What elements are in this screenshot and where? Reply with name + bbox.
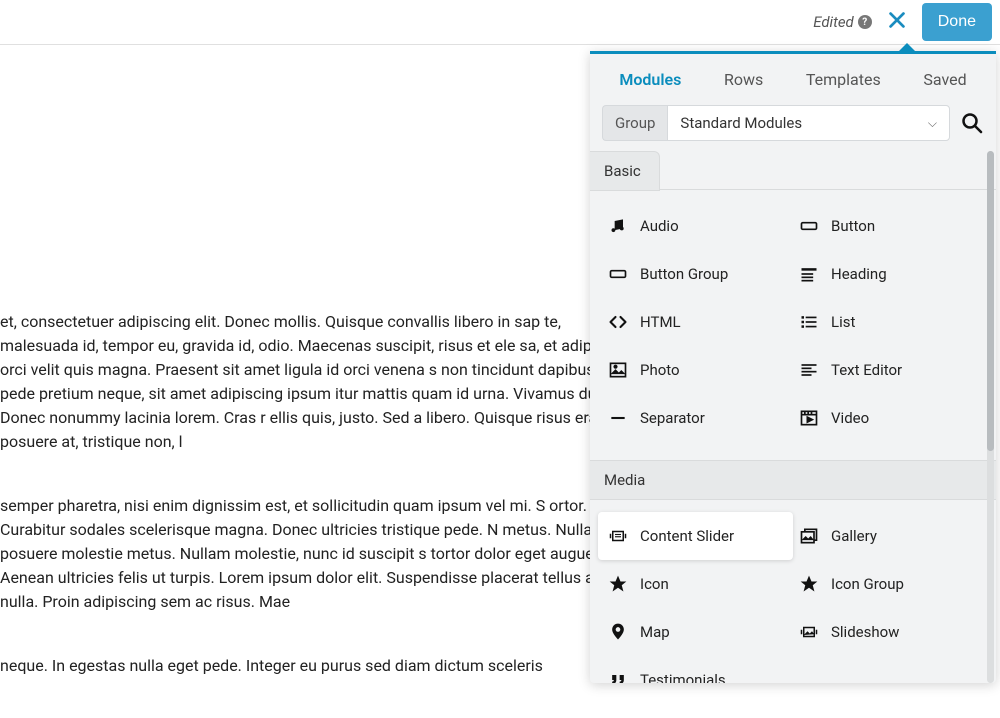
module-label: Content Slider — [640, 527, 734, 545]
slideshow-icon — [799, 622, 819, 642]
button-group-icon — [608, 264, 628, 284]
module-map[interactable]: Map — [598, 608, 793, 656]
list-icon — [799, 312, 819, 332]
module-label: Video — [831, 409, 869, 427]
paragraph: semper pharetra, nisi enim dignissim est… — [0, 494, 640, 614]
module-label: HTML — [640, 313, 681, 331]
module-label: Icon — [640, 575, 669, 593]
content-panel: Modules Rows Templates Saved Group Stand… — [590, 51, 996, 683]
section-header-basic: Basic — [590, 151, 660, 191]
module-button-group[interactable]: Button Group — [598, 250, 793, 298]
module-gallery[interactable]: Gallery — [793, 512, 988, 560]
module-label: Separator — [640, 409, 705, 427]
done-button[interactable]: Done — [922, 3, 992, 41]
module-label: Photo — [640, 361, 680, 379]
section-header-media: Media — [590, 460, 996, 500]
paragraph: neque. In egestas nulla eget pede. Integ… — [0, 654, 640, 678]
content-slider-icon — [608, 526, 628, 546]
heading-icon — [799, 264, 819, 284]
module-audio[interactable]: Audio — [598, 202, 793, 250]
star-icon — [608, 574, 628, 594]
chevron-down-icon: ⌵ — [928, 116, 937, 131]
module-label: Icon Group — [831, 575, 904, 593]
text-editor-icon — [799, 360, 819, 380]
close-button[interactable] — [882, 9, 912, 36]
video-icon — [799, 408, 819, 428]
module-content-slider[interactable]: Content Slider — [598, 512, 793, 560]
search-button[interactable] — [960, 111, 984, 135]
quote-icon — [608, 670, 628, 683]
module-button[interactable]: Button — [793, 202, 988, 250]
module-label: Button — [831, 217, 875, 235]
module-text-editor[interactable]: Text Editor — [793, 346, 988, 394]
module-icon-group[interactable]: Icon Group — [793, 560, 988, 608]
separator-icon — [608, 408, 628, 428]
topbar: Edited ? Done — [0, 0, 1000, 45]
edited-status: Edited ? — [813, 13, 872, 31]
module-label: Heading — [831, 265, 887, 283]
group-select-value: Standard Modules — [680, 114, 802, 132]
module-slideshow[interactable]: Slideshow — [793, 608, 988, 656]
edited-label: Edited — [813, 13, 854, 31]
audio-icon — [608, 216, 628, 236]
module-label: Audio — [640, 217, 679, 235]
tab-rows[interactable]: Rows — [720, 68, 767, 91]
module-label: List — [831, 313, 855, 331]
group-row: Group Standard Modules ⌵ — [590, 105, 996, 151]
module-photo[interactable]: Photo — [598, 346, 793, 394]
star-icon — [799, 574, 819, 594]
module-label: Map — [640, 623, 670, 641]
tab-saved[interactable]: Saved — [919, 68, 970, 91]
module-video[interactable]: Video — [793, 394, 988, 442]
module-heading[interactable]: Heading — [793, 250, 988, 298]
module-label: Slideshow — [831, 623, 899, 641]
map-pin-icon — [608, 622, 628, 642]
module-label: Testimonials — [640, 671, 726, 683]
page-body-text: et, consectetuer adipiscing elit. Donec … — [0, 310, 640, 718]
gallery-icon — [799, 526, 819, 546]
module-html[interactable]: HTML — [598, 298, 793, 346]
paragraph: et, consectetuer adipiscing elit. Donec … — [0, 310, 640, 454]
group-select[interactable]: Standard Modules ⌵ — [667, 105, 950, 141]
module-separator[interactable]: Separator — [598, 394, 793, 442]
tab-modules[interactable]: Modules — [615, 68, 685, 91]
module-icon[interactable]: Icon — [598, 560, 793, 608]
help-icon[interactable]: ? — [858, 15, 872, 29]
tab-templates[interactable]: Templates — [802, 68, 885, 91]
module-label: Gallery — [831, 527, 877, 545]
group-label: Group — [602, 105, 667, 141]
panel-tabs: Modules Rows Templates Saved — [590, 54, 996, 105]
module-label: Button Group — [640, 265, 728, 283]
photo-icon — [608, 360, 628, 380]
html-icon — [608, 312, 628, 332]
module-grid-media: Content Slider Gallery Icon Icon Group M… — [590, 500, 996, 683]
module-list[interactable]: List — [793, 298, 988, 346]
module-testimonials[interactable]: Testimonials — [598, 656, 793, 683]
panel-scroll-area: Basic Audio Button Button Group Heading — [590, 151, 996, 683]
scrollbar-thumb[interactable] — [987, 151, 994, 451]
module-grid-basic: Audio Button Button Group Heading HTML L… — [590, 190, 996, 460]
module-label: Text Editor — [831, 361, 902, 379]
button-icon — [799, 216, 819, 236]
